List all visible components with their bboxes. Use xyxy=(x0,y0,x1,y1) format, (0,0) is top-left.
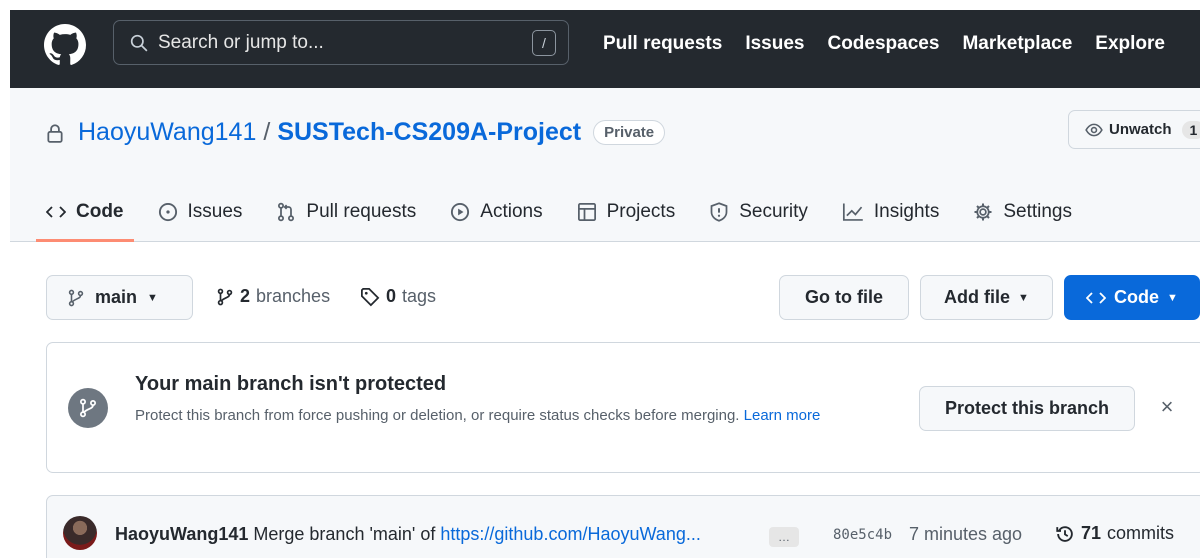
tab-pull-requests[interactable]: Pull requests xyxy=(276,184,416,240)
commit-time: 7 minutes ago xyxy=(909,524,1023,544)
code-icon xyxy=(1086,290,1107,306)
tab-projects[interactable]: Projects xyxy=(577,184,676,240)
branch-name: main xyxy=(95,287,138,307)
repo-header: HaoyuWang141 / SUSTech-CS209A-Project Pr… xyxy=(10,88,1200,242)
go-to-file-button[interactable]: Go to file xyxy=(779,275,909,320)
nav-marketplace[interactable]: Marketplace xyxy=(962,33,1072,55)
visibility-badge: Private xyxy=(593,120,666,145)
branch-protection-banner: Your main branch isn't protected Protect… xyxy=(46,342,1200,473)
repo-name-link[interactable]: SUSTech-CS209A-Project xyxy=(277,118,581,147)
issue-icon xyxy=(158,202,178,222)
go-to-file-label: Go to file xyxy=(805,287,883,307)
github-logo-icon[interactable] xyxy=(44,24,86,66)
commit-history-link[interactable]: 71 commits xyxy=(1055,523,1174,544)
tab-actions-label: Actions xyxy=(480,201,543,222)
tags-link[interactable]: 0 tags xyxy=(360,286,436,307)
branch-icon xyxy=(67,288,85,308)
branches-label: branches xyxy=(256,286,331,306)
chevron-down-icon: ▼ xyxy=(1167,291,1178,304)
path-separator: / xyxy=(263,118,271,146)
history-icon xyxy=(1055,524,1075,544)
banner-text: Protect this branch from force pushing o… xyxy=(135,407,740,424)
branches-count: 2 xyxy=(240,286,251,306)
search-shortcut-key: / xyxy=(532,30,556,56)
search-icon xyxy=(130,34,148,52)
avatar[interactable] xyxy=(63,516,97,550)
commit-count-label: commits xyxy=(1107,523,1175,543)
add-file-label: Add file xyxy=(944,287,1011,307)
tab-settings[interactable]: Settings xyxy=(973,184,1072,240)
graph-icon xyxy=(842,202,864,222)
repo-tabs: Code Issues Pull requests Actions Projec… xyxy=(36,184,1072,242)
nav-issues[interactable]: Issues xyxy=(745,33,804,55)
tags-count: 0 xyxy=(386,286,397,306)
chevron-down-icon: ▼ xyxy=(1018,291,1029,304)
tab-insights[interactable]: Insights xyxy=(842,184,939,240)
branch-icon xyxy=(68,388,108,428)
branches-link[interactable]: 2 branches xyxy=(216,286,330,307)
commit-message[interactable]: Merge branch 'main' of xyxy=(253,524,435,544)
tags-label: tags xyxy=(402,286,437,306)
commit-author[interactable]: HaoyuWang141 xyxy=(115,524,248,544)
nav-explore[interactable]: Explore xyxy=(1095,33,1165,55)
code-icon xyxy=(46,203,66,221)
branch-selector[interactable]: main ▼ xyxy=(46,275,193,320)
add-file-button[interactable]: Add file ▼ xyxy=(920,275,1053,320)
close-icon[interactable]: × xyxy=(1155,394,1179,419)
latest-commit-bar: HaoyuWang141 Merge branch 'main' of http… xyxy=(46,495,1200,558)
branch-icon xyxy=(216,287,234,307)
protect-branch-button[interactable]: Protect this branch xyxy=(919,386,1135,431)
tab-actions[interactable]: Actions xyxy=(450,184,543,240)
play-icon xyxy=(450,202,470,222)
commit-sha[interactable]: 80e5c4b xyxy=(833,527,892,543)
banner-title: Your main branch isn't protected xyxy=(135,373,447,395)
tab-issues[interactable]: Issues xyxy=(158,184,243,240)
expand-commit-button[interactable]: … xyxy=(769,527,799,547)
unwatch-label: Unwatch xyxy=(1109,121,1172,138)
gear-icon xyxy=(973,202,993,222)
tab-security[interactable]: Security xyxy=(709,184,808,240)
repo-title: HaoyuWang141 / SUSTech-CS209A-Project Pr… xyxy=(46,118,666,147)
tab-projects-label: Projects xyxy=(606,201,676,222)
banner-description: Protect this branch from force pushing o… xyxy=(135,403,875,428)
table-icon xyxy=(577,202,597,222)
code-dropdown-button[interactable]: Code ▼ xyxy=(1064,275,1200,320)
tab-code[interactable]: Code xyxy=(36,184,133,242)
repo-owner-link[interactable]: HaoyuWang141 xyxy=(78,118,256,147)
watch-count: 1 xyxy=(1181,120,1200,139)
tab-pull-requests-label: Pull requests xyxy=(306,201,417,222)
nav-pull-requests[interactable]: Pull requests xyxy=(603,33,722,55)
code-button-label: Code xyxy=(1114,287,1160,307)
tab-code-label: Code xyxy=(76,201,124,222)
commit-message-link[interactable]: https://github.com/HaoyuWang... xyxy=(440,524,700,544)
lock-icon xyxy=(46,123,64,143)
tab-issues-label: Issues xyxy=(187,201,243,222)
protect-branch-label: Protect this branch xyxy=(944,398,1110,418)
tag-icon xyxy=(360,287,380,307)
tab-insights-label: Insights xyxy=(873,201,940,222)
nav-codespaces[interactable]: Codespaces xyxy=(827,33,939,55)
global-header: Search or jump to... / Pull requests Iss… xyxy=(10,10,1200,88)
shield-icon xyxy=(709,202,729,222)
commit-count: 71 xyxy=(1081,523,1102,543)
commit-summary: HaoyuWang141 Merge branch 'main' of http… xyxy=(115,524,701,545)
tab-settings-label: Settings xyxy=(1003,201,1072,222)
pull-request-icon xyxy=(276,202,296,222)
chevron-down-icon: ▼ xyxy=(147,291,158,304)
search-input[interactable]: Search or jump to... / xyxy=(113,20,569,65)
unwatch-button[interactable]: Unwatch 1 xyxy=(1068,110,1200,149)
global-nav: Pull requests Issues Codespaces Marketpl… xyxy=(603,10,1165,78)
eye-icon xyxy=(1085,121,1103,139)
tab-security-label: Security xyxy=(739,201,808,222)
learn-more-link[interactable]: Learn more xyxy=(744,407,821,424)
search-placeholder: Search or jump to... xyxy=(158,31,324,53)
